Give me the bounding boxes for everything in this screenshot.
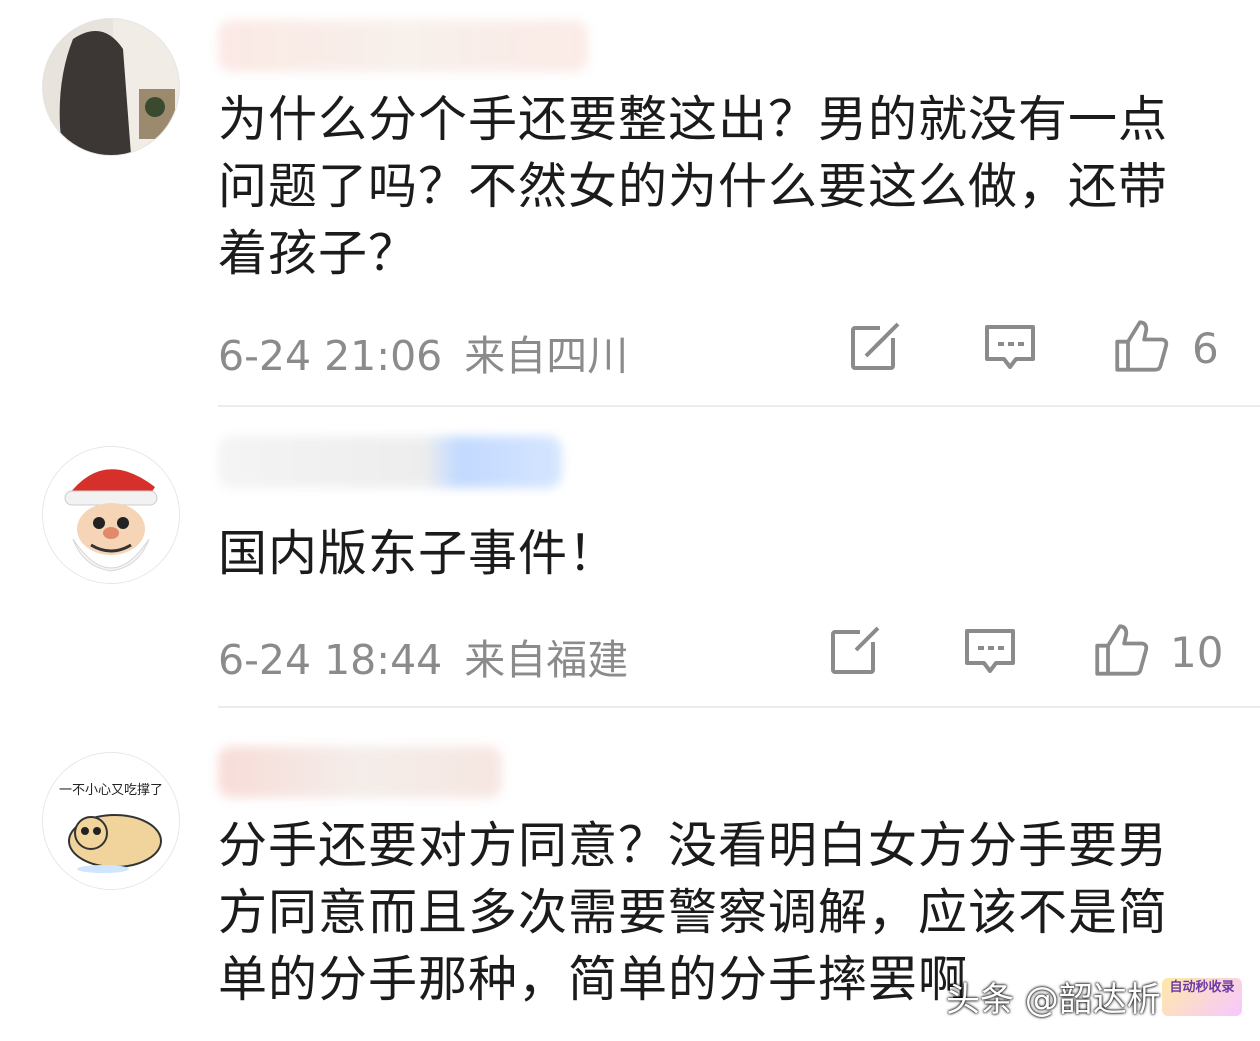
- watermark-logo: 自动秒收录: [1162, 978, 1242, 1016]
- username-blurred[interactable]: [218, 746, 502, 798]
- comment-text: 国内版东子事件！: [218, 525, 619, 582]
- share-icon[interactable]: [830, 626, 882, 678]
- avatar[interactable]: [42, 18, 180, 156]
- username-blurred[interactable]: [218, 20, 588, 72]
- share-icon[interactable]: [850, 322, 902, 374]
- like-icon[interactable]: [1114, 318, 1170, 374]
- divider: [218, 405, 1260, 407]
- watermark-text: 头条 @韶达析: [946, 980, 1161, 1020]
- avatar[interactable]: 一不小心又吃撑了: [42, 752, 180, 890]
- comment-item: 为什么分个手还要整这出？男的就没有一点问题了吗？不然女的为什么要这么做，还带着孩…: [0, 0, 1260, 405]
- avatar[interactable]: [42, 446, 180, 584]
- comment-location: 来自福建: [464, 636, 629, 684]
- comment-meta: 6-24 18:44 来自福建: [218, 626, 628, 686]
- comment-time: 6-24 21:06: [218, 332, 443, 380]
- comment-time: 6-24 18:44: [218, 636, 443, 684]
- like-icon[interactable]: [1094, 622, 1150, 678]
- username-blurred[interactable]: [218, 436, 562, 488]
- comment-meta: 6-24 21:06 来自四川: [218, 322, 628, 382]
- comment-icon[interactable]: [984, 322, 1036, 374]
- watermark-logo-text: 自动秒收录: [1169, 980, 1235, 995]
- avatar-caption: 一不小心又吃撑了: [58, 783, 163, 798]
- like-count: 6: [1192, 324, 1219, 373]
- like-count: 10: [1170, 628, 1224, 677]
- comment-item: 国内版东子事件！ 6-24 18:44 来自福建 10: [0, 408, 1260, 706]
- comment-location: 来自四川: [464, 332, 629, 380]
- comment-icon[interactable]: [964, 626, 1016, 678]
- comment-text: 为什么分个手还要整这出？男的就没有一点问题了吗？不然女的为什么要这么做，还带着孩…: [218, 91, 1169, 282]
